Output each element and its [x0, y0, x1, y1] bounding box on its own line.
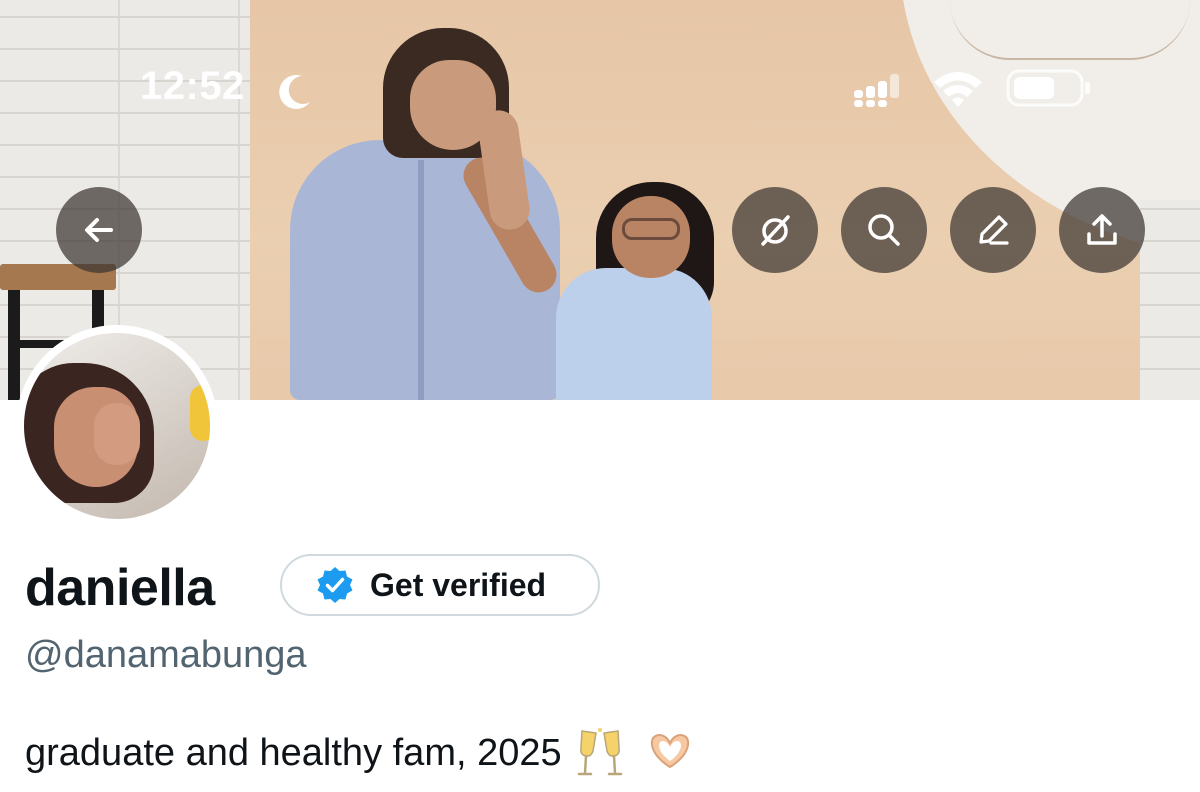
battery-icon [1006, 69, 1090, 107]
share-icon [1087, 214, 1117, 245]
profile-bio: graduate and healthy fam, 2025 [25, 727, 694, 779]
search-icon [868, 214, 900, 246]
banner-person-child-dress [556, 268, 712, 400]
avatar-lamp [190, 385, 210, 441]
avatar-hand [94, 403, 140, 465]
share-button[interactable] [1059, 187, 1145, 273]
grok-button[interactable] [732, 187, 818, 273]
banner-person-adult-placket [418, 160, 424, 400]
search-button[interactable] [841, 187, 927, 273]
clinking-glasses-icon [577, 728, 622, 776]
moon-icon [279, 74, 310, 109]
signal-icon [854, 74, 899, 107]
display-name: daniella [25, 559, 215, 617]
banner-brick-wall-right [1140, 200, 1200, 400]
get-verified-button[interactable]: Get verified [280, 554, 600, 616]
profile-banner[interactable]: 12:52 [0, 0, 1200, 400]
avatar[interactable] [16, 325, 218, 527]
avatar-photo [24, 333, 210, 519]
heart-hands-icon [650, 733, 689, 769]
banner-lamp-wire [950, 0, 1190, 60]
verified-badge-icon [317, 567, 353, 603]
bio-text: graduate and healthy fam, 2025 [25, 731, 562, 774]
wifi-icon [934, 72, 982, 107]
arrow-left-icon [85, 218, 113, 242]
banner-person-child-glasses [622, 218, 680, 240]
user-handle: @danamabunga [25, 634, 307, 676]
grok-icon [761, 215, 790, 246]
back-button[interactable] [56, 187, 142, 273]
edit-button[interactable] [950, 187, 1036, 273]
get-verified-label: Get verified [370, 566, 547, 603]
status-time: 12:52 [140, 64, 245, 108]
pencil-icon [979, 215, 1009, 245]
